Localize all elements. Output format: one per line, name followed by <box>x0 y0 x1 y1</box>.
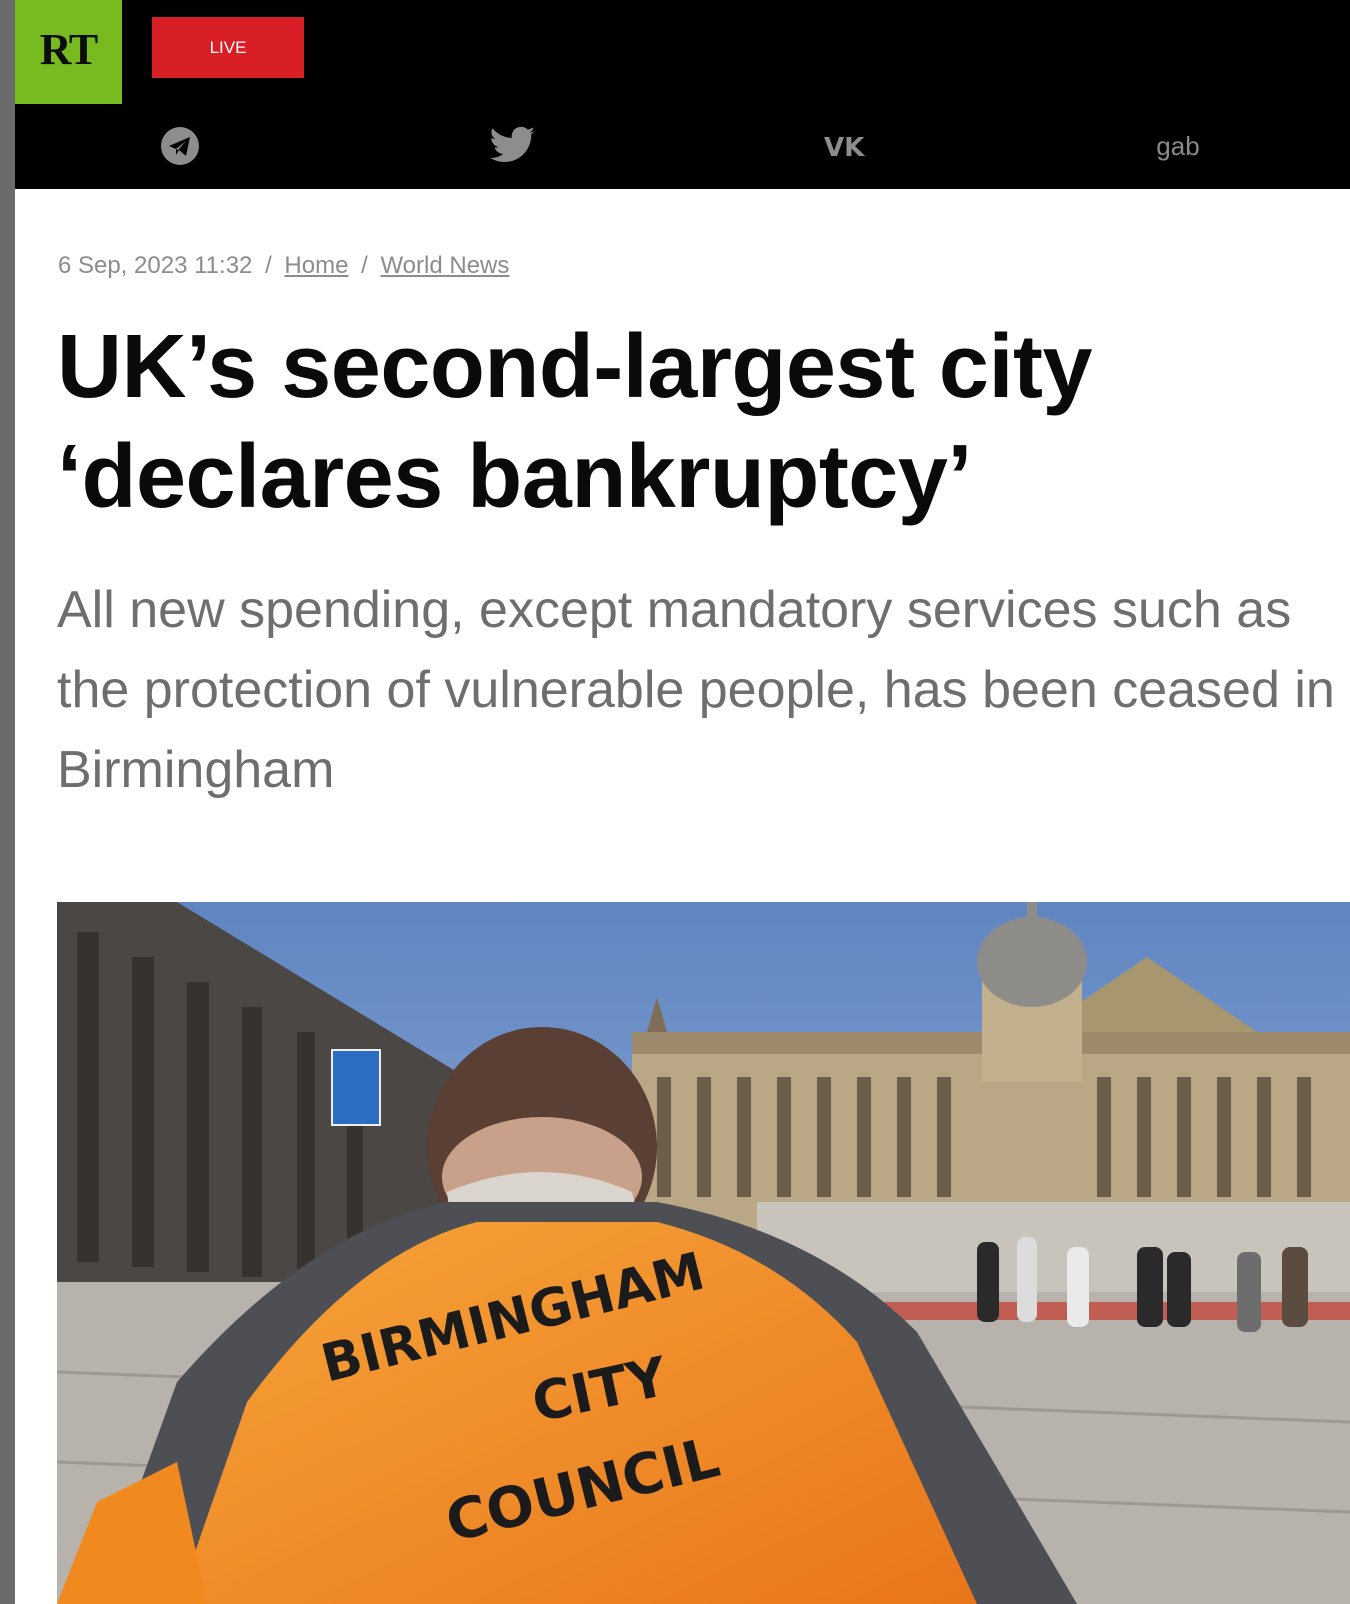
breadcrumb: 6 Sep, 2023 11:32 / Home / World News <box>58 252 509 280</box>
article-hero-image: BIRMINGHAM CITY COUNCIL <box>57 902 1350 1604</box>
publish-date: 6 Sep, 2023 11:32 <box>58 252 253 279</box>
twitter-bird-icon <box>490 126 535 163</box>
article-headline: UK’s second-largest city ‘declares bankr… <box>57 317 1093 527</box>
page: RT LIVE VK gab 6 Sep, 2023 11:32 / Home … <box>15 0 1350 1604</box>
vk-link[interactable]: VK <box>805 118 885 174</box>
gab-link[interactable]: gab <box>1138 118 1218 174</box>
gab-icon: gab <box>1156 130 1200 161</box>
hero-photo-illustration: BIRMINGHAM CITY COUNCIL <box>57 902 1350 1604</box>
twitter-link[interactable] <box>473 118 553 174</box>
svg-text:VK: VK <box>824 133 865 160</box>
top-navigation-bar: RT LIVE VK gab <box>15 0 1350 189</box>
breadcrumb-home-link[interactable]: Home <box>284 252 348 279</box>
breadcrumb-separator: / <box>361 252 368 279</box>
telegram-icon <box>161 127 199 165</box>
vk-icon: VK <box>824 133 865 160</box>
rt-logo[interactable]: RT <box>15 0 122 104</box>
live-button[interactable]: LIVE <box>152 17 304 78</box>
breadcrumb-separator: / <box>265 252 272 279</box>
article-summary: All new spending, except mandatory servi… <box>57 581 1335 799</box>
breadcrumb-world-news-link[interactable]: World News <box>380 252 509 279</box>
logo-text: RT <box>39 24 99 74</box>
telegram-link[interactable] <box>140 118 220 174</box>
